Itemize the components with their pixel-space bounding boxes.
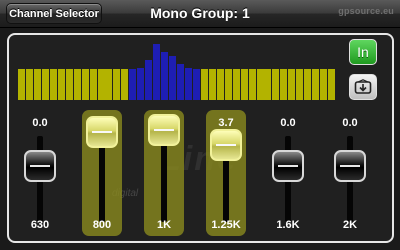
meter-bar xyxy=(256,69,264,100)
meter-bar xyxy=(169,56,177,100)
load-preset-button[interactable] xyxy=(349,74,377,100)
meter-bar xyxy=(89,69,97,100)
meter-bar xyxy=(57,69,65,100)
fader-track xyxy=(161,136,167,222)
gain-value: 0.0 xyxy=(32,117,48,129)
meter-bar xyxy=(288,69,296,100)
meter-bar xyxy=(49,69,57,100)
meter-bar xyxy=(216,69,224,100)
meter-bar xyxy=(18,69,25,100)
meter-bar xyxy=(113,69,121,100)
in-toggle-button[interactable]: In xyxy=(349,39,377,65)
fader-knob[interactable] xyxy=(86,116,118,148)
meter-bar xyxy=(177,64,184,100)
meter-bar xyxy=(41,69,49,100)
meter-bar xyxy=(240,69,248,100)
fader-channel[interactable]: 0.0 2K xyxy=(330,110,370,240)
fader-channel[interactable]: 7.5800 xyxy=(82,110,122,240)
meter-bar xyxy=(248,69,256,100)
meter-bar xyxy=(192,69,200,100)
meter-bar xyxy=(33,69,41,100)
meter-bar xyxy=(73,69,81,100)
source-logo: gpsource.eu xyxy=(338,6,394,16)
frequency-label: 2K xyxy=(342,219,358,231)
meter-bar xyxy=(328,69,336,100)
meter-bar xyxy=(296,69,304,100)
gain-value: 3.7 xyxy=(218,117,234,129)
meter-bar xyxy=(161,52,169,100)
frequency-label: 1.25K xyxy=(211,219,241,231)
frequency-label: 630 xyxy=(30,219,50,231)
meter-bar xyxy=(97,69,105,100)
fader-knob[interactable] xyxy=(272,150,304,182)
frequency-label: 1.6K xyxy=(276,219,300,231)
fader-channel[interactable]: 8.61K xyxy=(144,110,184,240)
fader-channel[interactable]: 0.0 1.6K xyxy=(268,110,308,240)
meter-bar xyxy=(121,69,129,100)
meter-bar xyxy=(81,69,89,100)
gain-value: 0.0 xyxy=(280,117,296,129)
meter-bar xyxy=(264,69,272,100)
meter-bar xyxy=(232,69,240,100)
header-bar: Channel Selector Mono Group: 1 gpsource.… xyxy=(0,0,400,28)
fader-knob[interactable] xyxy=(148,114,180,146)
fader-channel[interactable]: 3.7 1.25K xyxy=(206,110,246,240)
meter-bar xyxy=(320,69,328,100)
fader-knob[interactable] xyxy=(210,129,242,161)
gain-value: 0.0 xyxy=(342,117,358,129)
meter-bar xyxy=(137,68,145,100)
meter-bar xyxy=(312,69,320,100)
meter-bar xyxy=(208,69,216,100)
fader-knob[interactable] xyxy=(334,150,366,182)
meter-bar xyxy=(184,68,192,100)
frequency-label: 800 xyxy=(92,219,112,231)
meter-bar xyxy=(304,69,312,100)
meter-bar xyxy=(105,69,113,100)
frequency-label: 1K xyxy=(156,219,172,231)
meter-bar xyxy=(65,69,73,100)
meter-bar xyxy=(272,69,280,100)
meter-bar xyxy=(25,69,33,100)
meter-bar xyxy=(145,60,153,100)
meter-bar xyxy=(200,69,208,100)
meter-bar xyxy=(280,69,288,100)
meter-bar xyxy=(129,69,137,100)
fader-track xyxy=(99,136,105,222)
meter-bar xyxy=(153,44,161,100)
fader-channel[interactable]: 0.0 630 xyxy=(20,110,60,240)
load-icon xyxy=(354,79,372,94)
spectrum-meter xyxy=(18,44,336,100)
fader-knob[interactable] xyxy=(24,150,56,182)
meter-bar xyxy=(224,69,232,100)
